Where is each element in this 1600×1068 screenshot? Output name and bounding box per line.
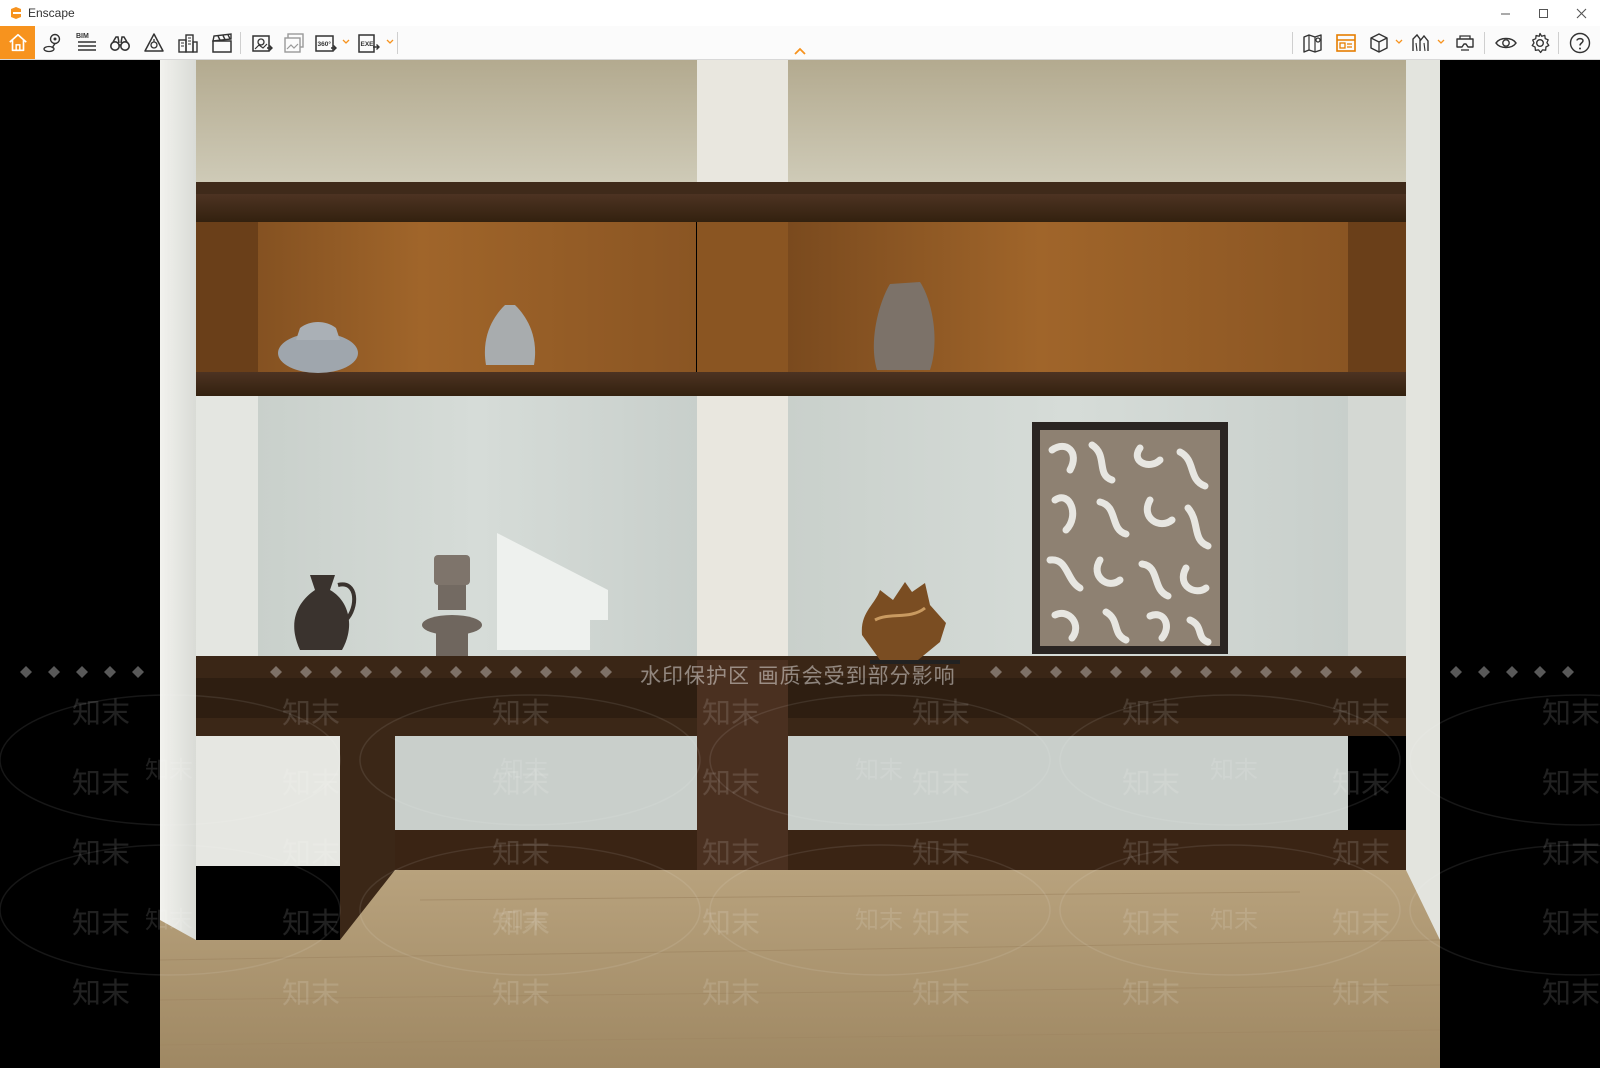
toolbar-separator: [240, 32, 241, 54]
eye-icon: [1495, 37, 1517, 48]
clapperboard-icon: [212, 32, 232, 53]
toolbar-separator: [1292, 32, 1293, 54]
views-button[interactable]: [38, 26, 68, 59]
panorama-360-icon: 360°: [315, 34, 337, 52]
close-icon: [1576, 8, 1586, 18]
binoculars-icon: [110, 35, 130, 51]
site-context-button[interactable]: [172, 26, 204, 59]
video-editor-button[interactable]: [206, 26, 238, 59]
minimize-button[interactable]: [1486, 0, 1524, 26]
walk-mode-button[interactable]: [104, 26, 136, 59]
batch-render-icon: [284, 32, 304, 53]
rendered-scene: [0, 60, 1600, 1068]
export-exe-icon: EXE: [358, 33, 380, 53]
cube-icon: [1370, 32, 1388, 53]
warning-cone-icon: [144, 32, 164, 52]
chevron-down-icon[interactable]: [386, 37, 394, 47]
screenshot-icon: [252, 34, 273, 52]
toolbar-separator: [1484, 32, 1485, 54]
visual-settings-button[interactable]: [1490, 26, 1522, 59]
toolbar-separator: [1558, 32, 1559, 54]
maximize-icon: [1538, 8, 1548, 18]
home-button[interactable]: [0, 26, 35, 59]
export-exe-button[interactable]: EXE: [354, 26, 384, 59]
map-pin-icon: [43, 33, 61, 52]
bim-button[interactable]: BIM: [70, 26, 102, 59]
toolbar-separator: [397, 32, 398, 54]
help-icon: [1569, 32, 1591, 53]
batch-render-button[interactable]: [278, 26, 310, 59]
chevron-down-icon[interactable]: [1437, 37, 1445, 47]
close-button[interactable]: [1562, 0, 1600, 26]
window-controls: [1486, 0, 1600, 26]
chevron-down-icon[interactable]: [1395, 37, 1403, 47]
bim-icon: BIM: [76, 33, 96, 51]
vr-headset-icon: [1456, 34, 1474, 51]
panorama-360-label: 360°: [318, 40, 332, 48]
maximize-button[interactable]: [1524, 0, 1562, 26]
map-button[interactable]: [1298, 26, 1328, 59]
title-bar: Enscape: [0, 0, 1600, 26]
home-icon: [8, 33, 27, 51]
export-exe-label: EXE: [361, 41, 375, 48]
collapse-toolbar-chevron-icon[interactable]: [792, 44, 808, 58]
asset-library-icon: [1336, 33, 1356, 52]
minimize-icon: [1500, 13, 1510, 14]
render-image-button[interactable]: [246, 26, 278, 59]
window-title: Enscape: [28, 6, 75, 20]
material-editor-button[interactable]: [1406, 26, 1436, 59]
bim-label: BIM: [76, 33, 89, 40]
settings-button[interactable]: [1524, 26, 1556, 59]
buildings-icon: [178, 33, 198, 53]
gear-icon: [1531, 32, 1550, 53]
render-panorama-button[interactable]: 360°: [311, 26, 341, 59]
enscape-logo-icon: [11, 7, 21, 19]
map-icon: [1303, 33, 1322, 53]
cube-view-button[interactable]: [1364, 26, 1394, 59]
vr-headset-button[interactable]: [1449, 26, 1481, 59]
help-button[interactable]: [1564, 26, 1596, 59]
material-icon: [1412, 33, 1429, 51]
asset-library-button[interactable]: [1331, 26, 1361, 59]
render-viewport[interactable]: 水印保护区 画质会受到部分影响 知末 知末 知末 知末 知末 知末 知末 知末 …: [0, 60, 1600, 1068]
chevron-down-icon[interactable]: [342, 37, 350, 47]
issues-button[interactable]: [138, 26, 170, 59]
